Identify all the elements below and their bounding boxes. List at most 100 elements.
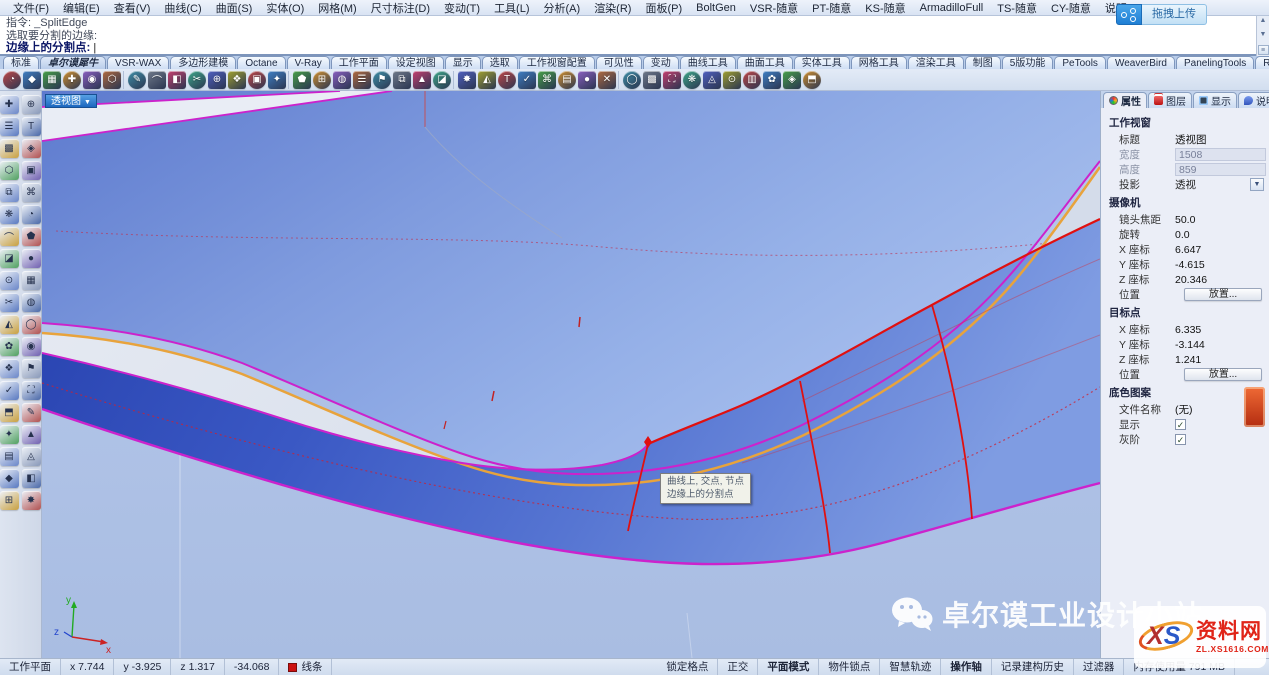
panel-tab[interactable]: 说明 [1238,92,1269,108]
toolbar-tab[interactable]: 多边形建模 [170,56,236,69]
panel-tab[interactable]: 图层 [1148,92,1192,108]
panel-tab[interactable]: 显示 [1193,92,1237,108]
toolbar-tab[interactable]: PeTools [1054,56,1106,69]
menu-item[interactable]: PT-随意 [805,0,858,16]
property-value[interactable]: 透视 [1175,177,1196,192]
tool-icon[interactable]: ⊕ [22,95,41,114]
place-button[interactable]: 放置... [1184,368,1262,381]
menu-item[interactable]: 实体(O) [259,0,311,16]
menu-item[interactable]: BoltGen [689,2,743,14]
toolbar-tab[interactable]: 选取 [482,56,518,69]
toolbar-tab[interactable]: 显示 [445,56,481,69]
property-value[interactable]: 50.0 [1175,214,1266,226]
toolbar-tab[interactable]: 变动 [643,56,679,69]
tool-icon[interactable]: ▦ [43,71,61,89]
tool-icon[interactable]: ⛶ [22,381,41,400]
tool-icon[interactable]: ⊙ [723,71,741,89]
property-value[interactable]: -3.144 [1175,339,1266,351]
tool-icon[interactable]: ⧉ [393,71,411,89]
tool-icon[interactable]: ◆ [23,71,41,89]
tool-icon[interactable]: ◍ [333,71,351,89]
command-scrollbar[interactable]: ▲ ▼ ≡ [1256,16,1269,56]
toolbar-tab[interactable]: 可见性 [596,56,642,69]
tool-icon[interactable]: ◭ [478,71,496,89]
tool-icon[interactable]: ⧉ [0,183,19,202]
tool-icon[interactable]: ◭ [0,315,19,334]
tool-icon[interactable]: ◧ [22,469,41,488]
tool-icon[interactable]: ✓ [518,71,536,89]
tool-icon[interactable]: ▲ [413,71,431,89]
tool-icon[interactable]: ⬡ [103,71,121,89]
toolbar-tab[interactable]: VSR-WAX [107,56,169,69]
tool-icon[interactable]: ✦ [268,71,286,89]
menu-item[interactable]: 曲面(S) [209,0,260,16]
status-toggle[interactable]: 正交 [718,659,758,675]
tool-icon[interactable]: ✿ [0,337,19,356]
toolbar-tab[interactable]: RhinoGold [1255,56,1269,69]
tool-icon[interactable]: ✂ [0,293,19,312]
tool-icon[interactable]: ⚑ [373,71,391,89]
tool-icon[interactable]: ▣ [22,161,41,180]
tool-icon[interactable]: ❋ [0,205,19,224]
tool-icon[interactable]: ✸ [458,71,476,89]
menu-item[interactable]: VSR-随意 [743,0,805,16]
property-value[interactable]: 1.241 [1175,354,1266,366]
scroll-down-icon[interactable]: ▼ [1260,31,1267,39]
menu-item[interactable]: 编辑(E) [56,0,107,16]
scroll-up-icon[interactable]: ▲ [1260,17,1267,25]
tool-icon[interactable]: ◧ [168,71,186,89]
tool-icon[interactable]: ☰ [0,117,19,136]
tool-icon[interactable]: ⬟ [293,71,311,89]
tool-icon[interactable]: ✎ [22,403,41,422]
tool-icon[interactable]: T [498,71,516,89]
menu-item[interactable]: 分析(A) [537,0,588,16]
panel-tab[interactable]: 属性 [1103,92,1147,108]
command-expand-icon[interactable]: ≡ [1258,45,1269,55]
tool-icon[interactable]: ✓ [0,381,19,400]
status-toggle[interactable]: 锁定格点 [657,659,718,675]
viewport-title[interactable]: 透视图▼ [45,94,97,108]
menu-item[interactable]: TS-随意 [990,0,1044,16]
tool-icon[interactable]: ⊙ [0,271,19,290]
tool-icon[interactable]: ⌒ [148,71,166,89]
upload-button[interactable]: 拖拽上传 [1116,4,1207,25]
toolbar-tab[interactable]: 卓尔谟犀牛 [40,56,106,69]
viewport-3d[interactable]: 透视图▼ [42,91,1100,658]
tool-icon[interactable]: ⊞ [0,491,19,510]
property-value[interactable]: 20.346 [1175,274,1266,286]
tool-icon[interactable]: T [22,117,41,136]
menu-item[interactable]: ArmadilloFull [913,2,991,14]
toolbar-tab[interactable]: WeaverBird [1107,56,1175,69]
toolbar-tab[interactable]: 网格工具 [851,56,907,69]
toolbar-tab[interactable]: 设定视图 [388,56,444,69]
menu-item[interactable]: 面板(P) [638,0,689,16]
tool-icon[interactable]: ⬒ [803,71,821,89]
toolbar-tab[interactable]: 实体工具 [794,56,850,69]
tool-icon[interactable]: ☰ [353,71,371,89]
tool-icon[interactable]: ▤ [558,71,576,89]
status-field[interactable]: 工作平面 [0,659,61,675]
tool-icon[interactable]: ▩ [643,71,661,89]
place-button[interactable]: 放置... [1184,288,1262,301]
tool-icon[interactable]: ⌒ [0,227,19,246]
tool-icon[interactable]: ✸ [22,491,41,510]
tool-icon[interactable]: ✚ [63,71,81,89]
tool-icon[interactable]: ✦ [0,425,19,444]
tool-icon[interactable]: ▣ [248,71,266,89]
tool-icon[interactable]: ◉ [83,71,101,89]
status-field[interactable]: 线条 [279,659,332,675]
menu-item[interactable]: 文件(F) [6,0,56,16]
toolbar-tab[interactable]: 制图 [965,56,1001,69]
menu-item[interactable]: CY-随意 [1044,0,1098,16]
tool-icon[interactable]: ◯ [623,71,641,89]
tool-icon[interactable]: ✂ [188,71,206,89]
tool-icon[interactable]: ⚑ [22,359,41,378]
menu-item[interactable]: 查看(V) [107,0,158,16]
dropdown-arrow-icon[interactable]: ▼ [1250,178,1264,191]
tool-icon[interactable]: ▤ [0,447,19,466]
tool-icon[interactable]: ⊞ [313,71,331,89]
toolbar-tab[interactable]: 5版功能 [1002,56,1054,69]
command-prompt-line[interactable]: 边缘上的分割点: | [6,42,1263,55]
menu-item[interactable]: KS-随意 [858,0,912,16]
status-toggle[interactable]: 平面模式 [758,659,819,675]
